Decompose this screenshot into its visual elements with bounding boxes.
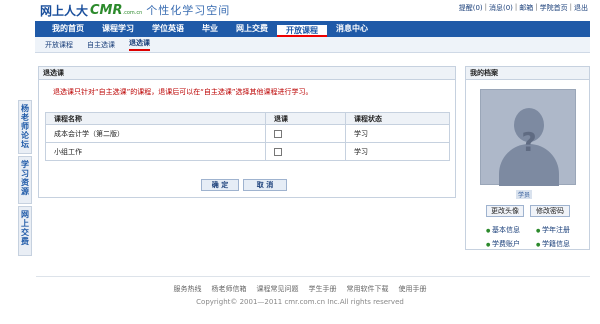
subnav-self-select[interactable]: 自主选课 <box>87 40 115 50</box>
logo-text: 网上人大 <box>40 3 89 18</box>
table-row: 成本会计学（第二版） 学习 <box>45 124 450 143</box>
nav-degree-english[interactable]: 学位英语 <box>143 21 193 37</box>
sidetab-resources[interactable]: 学习资源 <box>18 156 32 204</box>
nav-payment[interactable]: 网上交费 <box>227 21 277 37</box>
logout-link[interactable]: 退出 <box>574 3 588 13</box>
site-logo[interactable]: 网上人大 CMR .com.cn 个性化学习空间 <box>40 2 230 18</box>
basic-info-link[interactable]: 基本信息 <box>486 225 536 235</box>
sidetab-payment[interactable]: 网上交费 <box>18 206 32 256</box>
copyright: Copyright© 2001—2011 cmr.com.cn Inc.All … <box>196 298 404 306</box>
course-name: 小组工作 <box>45 142 266 161</box>
reminder-link[interactable]: 提醒(0) <box>459 3 483 13</box>
withdraw-checkbox[interactable] <box>274 129 282 138</box>
panel-title: 退选课 <box>39 67 455 80</box>
college-home-link[interactable]: 学院首页 <box>540 3 568 13</box>
footer-link-handbook[interactable]: 学生手册 <box>309 284 337 294</box>
top-links: 提醒(0) | 消息(0) | 邮箱 | 学院首页 | 退出 <box>459 3 588 13</box>
nav-course-study[interactable]: 课程学习 <box>93 21 143 37</box>
notice-text: 退选课只针对“自主选课”的课程，退课后可以在“自主选课”选择其他课程进行学习。 <box>53 88 313 96</box>
main-nav: 我的首页 课程学习 学位英语 毕业 网上交费 开放课程 消息中心 <box>35 21 590 37</box>
separator: | <box>514 3 518 11</box>
confirm-button[interactable]: 确 定 <box>201 179 239 191</box>
col-withdraw: 退课 <box>265 112 346 125</box>
mail-link[interactable]: 邮箱 <box>519 3 533 13</box>
withdraw-cell <box>265 124 346 143</box>
avatar: ? <box>480 89 576 186</box>
separator: | <box>569 3 572 11</box>
withdraw-panel: 退选课 退选课只针对“自主选课”的课程，退课后可以在“自主选课”选择其他课程进行… <box>38 66 456 198</box>
logo-cmr: CMR <box>90 2 123 18</box>
change-avatar-button[interactable]: 更改头像 <box>486 205 524 217</box>
username: 学员 <box>516 190 533 199</box>
sub-nav: 开放课程 自主选课 退选课 <box>35 37 590 53</box>
footer-link-hotline[interactable]: 服务热线 <box>174 284 202 294</box>
side-tabs: 杨老师论坛 学习资源 网上交费 <box>18 100 32 258</box>
col-course-name: 课程名称 <box>45 112 266 125</box>
subnav-open-courses[interactable]: 开放课程 <box>45 40 73 50</box>
withdraw-checkbox[interactable] <box>274 147 282 156</box>
nav-open-courses[interactable]: 开放课程 <box>277 23 327 37</box>
col-status: 课程状态 <box>345 112 450 125</box>
sidetab-forum[interactable]: 杨老师论坛 <box>18 100 32 154</box>
page: 网上人大 CMR .com.cn 个性化学习空间 提醒(0) | 消息(0) |… <box>0 0 600 324</box>
course-name: 成本会计学（第二版） <box>45 124 266 143</box>
separator: | <box>484 3 487 11</box>
tuition-account-link[interactable]: 学费账户 <box>486 239 536 249</box>
course-table: 课程名称 退课 课程状态 成本会计学（第二版） 学习 小组工作 学习 <box>45 112 450 161</box>
messages-link[interactable]: 消息(0) <box>489 3 513 13</box>
header: 网上人大 CMR .com.cn 个性化学习空间 提醒(0) | 消息(0) |… <box>0 0 600 20</box>
subnav-withdraw[interactable]: 退选课 <box>129 38 150 51</box>
separator: | <box>535 3 538 11</box>
course-status: 学习 <box>345 142 450 161</box>
nav-graduation[interactable]: 毕业 <box>193 21 227 37</box>
footer-divider <box>36 276 590 277</box>
change-password-button[interactable]: 修改密码 <box>530 205 570 217</box>
footer-link-manual[interactable]: 使用手册 <box>399 284 427 294</box>
logo-slogan: 个性化学习空间 <box>146 4 231 17</box>
question-mark-icon: ? <box>521 128 537 158</box>
footer-link-software[interactable]: 常用软件下载 <box>347 284 389 294</box>
course-status: 学习 <box>345 124 450 143</box>
table-header-row: 课程名称 退课 课程状态 <box>45 112 450 125</box>
logo-domain: .com.cn <box>122 10 143 16</box>
action-buttons: 确 定 取 消 <box>201 179 287 191</box>
nav-home[interactable]: 我的首页 <box>43 21 93 37</box>
cancel-button[interactable]: 取 消 <box>243 179 287 191</box>
withdraw-cell <box>265 142 346 161</box>
footer-link-mailbox[interactable]: 杨老师信箱 <box>212 284 247 294</box>
annual-registration-link[interactable]: 学年注册 <box>536 225 586 235</box>
footer-links: 服务热线 杨老师信箱 课程常见问题 学生手册 常用软件下载 使用手册 <box>0 284 600 294</box>
profile-panel: 我的档案 ? 学员 更改头像 修改密码 基本信息 学年注册 学费账户 学籍信息 <box>465 66 590 250</box>
table-row: 小组工作 学习 <box>45 142 450 161</box>
profile-title: 我的档案 <box>466 67 589 80</box>
profile-links: 基本信息 学年注册 学费账户 学籍信息 <box>486 225 586 249</box>
footer-link-faq[interactable]: 课程常见问题 <box>257 284 299 294</box>
nav-messages[interactable]: 消息中心 <box>327 21 377 37</box>
student-record-link[interactable]: 学籍信息 <box>536 239 586 249</box>
